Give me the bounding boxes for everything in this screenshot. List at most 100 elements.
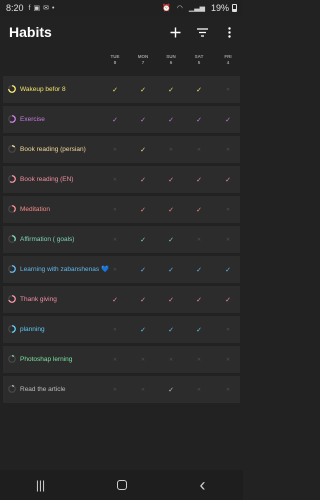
habit-row[interactable]: Wakeup befor 8 ✓ ✓ ✓ ✓ ✕	[3, 76, 240, 103]
cross-icon[interactable]: ✕	[188, 136, 210, 163]
check-icon[interactable]: ✓	[132, 256, 154, 283]
cross-icon[interactable]: ✕	[104, 196, 126, 223]
cross-icon[interactable]: ✕	[104, 166, 126, 193]
cross-icon[interactable]: ✕	[104, 256, 126, 283]
check-icon[interactable]: ✓	[217, 106, 239, 133]
check-icon[interactable]: ✓	[188, 106, 210, 133]
cross-icon[interactable]: ✕	[132, 376, 154, 403]
check-icon[interactable]: ✓	[188, 166, 210, 193]
habit-name: Wakeup befor 8	[20, 85, 66, 93]
cross-icon[interactable]: ✕	[217, 76, 239, 103]
cross-icon[interactable]: ✕	[217, 226, 239, 253]
image-icon: ▣	[33, 5, 41, 12]
check-icon[interactable]: ✓	[104, 286, 126, 313]
more-dots-icon: •	[51, 4, 55, 12]
progress-ring-icon	[8, 205, 16, 213]
check-icon[interactable]: ✓	[188, 76, 210, 103]
filter-icon[interactable]	[189, 16, 216, 48]
check-icon[interactable]: ✓	[188, 286, 210, 313]
battery-percent: 19%	[210, 3, 229, 13]
cross-icon[interactable]: ✕	[104, 316, 126, 343]
cross-icon[interactable]: ✕	[188, 376, 210, 403]
page-title: Habits	[9, 24, 52, 40]
habit-row[interactable]: Affirmation ( goals) ✕ ✓ ✓ ✕ ✕	[3, 226, 240, 253]
check-icon[interactable]: ✓	[217, 256, 239, 283]
cross-icon[interactable]: ✕	[188, 346, 210, 373]
cross-icon[interactable]: ✕	[217, 376, 239, 403]
check-icon[interactable]: ✓	[104, 106, 126, 133]
habit-row[interactable]: Exercise ✓ ✓ ✓ ✓ ✓	[3, 106, 240, 133]
habit-row[interactable]: Book reading (persian) ✕ ✓ ✕ ✕ ✕	[3, 136, 240, 163]
check-icon[interactable]: ✓	[160, 256, 182, 283]
signal-icon: ▁▃▅	[188, 5, 205, 12]
cross-icon[interactable]: ✕	[217, 196, 239, 223]
check-icon[interactable]: ✓	[132, 316, 154, 343]
habit-row[interactable]: Thank giving ✓ ✓ ✓ ✓ ✓	[3, 286, 240, 313]
cross-icon[interactable]: ✕	[132, 346, 154, 373]
cross-icon[interactable]: ✕	[160, 136, 182, 163]
cross-icon[interactable]: ✕	[217, 346, 239, 373]
home-icon[interactable]	[102, 470, 142, 500]
check-icon[interactable]: ✓	[188, 196, 210, 223]
check-icon[interactable]: ✓	[160, 166, 182, 193]
habit-row[interactable]: Read the article ✕ ✕ ✓ ✕ ✕	[3, 376, 240, 403]
habit-name: Book reading (persian)	[20, 145, 86, 153]
check-icon[interactable]: ✓	[132, 196, 154, 223]
day-number: 6	[169, 60, 173, 65]
check-icon[interactable]: ✓	[160, 316, 182, 343]
habit-row[interactable]: Meditation ✕ ✓ ✓ ✓ ✕	[3, 196, 240, 223]
check-icon[interactable]: ✓	[132, 286, 154, 313]
recents-icon[interactable]: |||	[21, 470, 61, 500]
check-icon[interactable]: ✓	[104, 76, 126, 103]
progress-ring-icon	[8, 145, 16, 153]
habit-name: Book reading (EN)	[20, 175, 74, 183]
cross-icon[interactable]: ✕	[217, 136, 239, 163]
check-icon[interactable]: ✓	[217, 166, 239, 193]
back-icon[interactable]: ‹	[183, 470, 223, 500]
check-icon[interactable]: ✓	[132, 76, 154, 103]
plus-icon[interactable]	[162, 16, 189, 48]
check-icon[interactable]: ✓	[160, 196, 182, 223]
check-icon[interactable]: ✓	[160, 226, 182, 253]
check-icon[interactable]: ✓	[132, 106, 154, 133]
cross-icon[interactable]: ✕	[188, 226, 210, 253]
system-nav-bar: ||| ‹	[0, 470, 243, 500]
check-icon[interactable]: ✓	[160, 76, 182, 103]
check-icon[interactable]: ✓	[132, 166, 154, 193]
habit-row[interactable]: Learning with zabanshenas 💙 ✕ ✓ ✓ ✓ ✓	[3, 256, 240, 283]
cross-icon[interactable]: ✕	[104, 346, 126, 373]
check-icon[interactable]: ✓	[160, 106, 182, 133]
cross-icon[interactable]: ✕	[104, 226, 126, 253]
habit-name: Exercise	[20, 115, 45, 123]
check-icon[interactable]: ✓	[160, 376, 182, 403]
habit-name: Learning with zabanshenas 💙	[20, 265, 110, 273]
check-icon[interactable]: ✓	[188, 256, 210, 283]
day-header-0: TUE 8	[104, 54, 126, 66]
more-vert-icon[interactable]	[216, 16, 243, 48]
app-bar: Habits	[0, 16, 243, 48]
habit-row[interactable]: Photoshap lerning ✕ ✕ ✕ ✕ ✕	[3, 346, 240, 373]
check-icon[interactable]: ✓	[160, 286, 182, 313]
cross-icon[interactable]: ✕	[217, 316, 239, 343]
day-header: TUE 8 MON 7 SUN 6 SAT 5 FRI 4	[0, 50, 243, 74]
habit-row[interactable]: Book reading (EN) ✕ ✓ ✓ ✓ ✓	[3, 166, 240, 193]
check-icon[interactable]: ✓	[188, 316, 210, 343]
check-icon[interactable]: ✓	[217, 286, 239, 313]
alarm-icon: ⏰	[162, 5, 171, 12]
cross-icon[interactable]: ✕	[160, 346, 182, 373]
cross-icon[interactable]: ✕	[104, 376, 126, 403]
cross-icon[interactable]: ✕	[104, 136, 126, 163]
progress-ring-icon	[8, 85, 16, 93]
progress-ring-icon	[8, 115, 16, 123]
day-number: 7	[141, 60, 145, 65]
habit-row[interactable]: planning ✕ ✓ ✓ ✓ ✕	[3, 316, 240, 343]
status-time: 8:20	[6, 3, 24, 13]
check-icon[interactable]: ✓	[132, 226, 154, 253]
habit-name: Read the article	[20, 385, 66, 393]
day-number: 5	[197, 60, 201, 65]
check-icon[interactable]: ✓	[132, 136, 154, 163]
day-header-3: SAT 5	[188, 54, 210, 66]
day-header-4: FRI 4	[217, 54, 239, 66]
progress-ring-icon	[8, 325, 16, 333]
messenger-icon: ✉	[43, 5, 49, 12]
